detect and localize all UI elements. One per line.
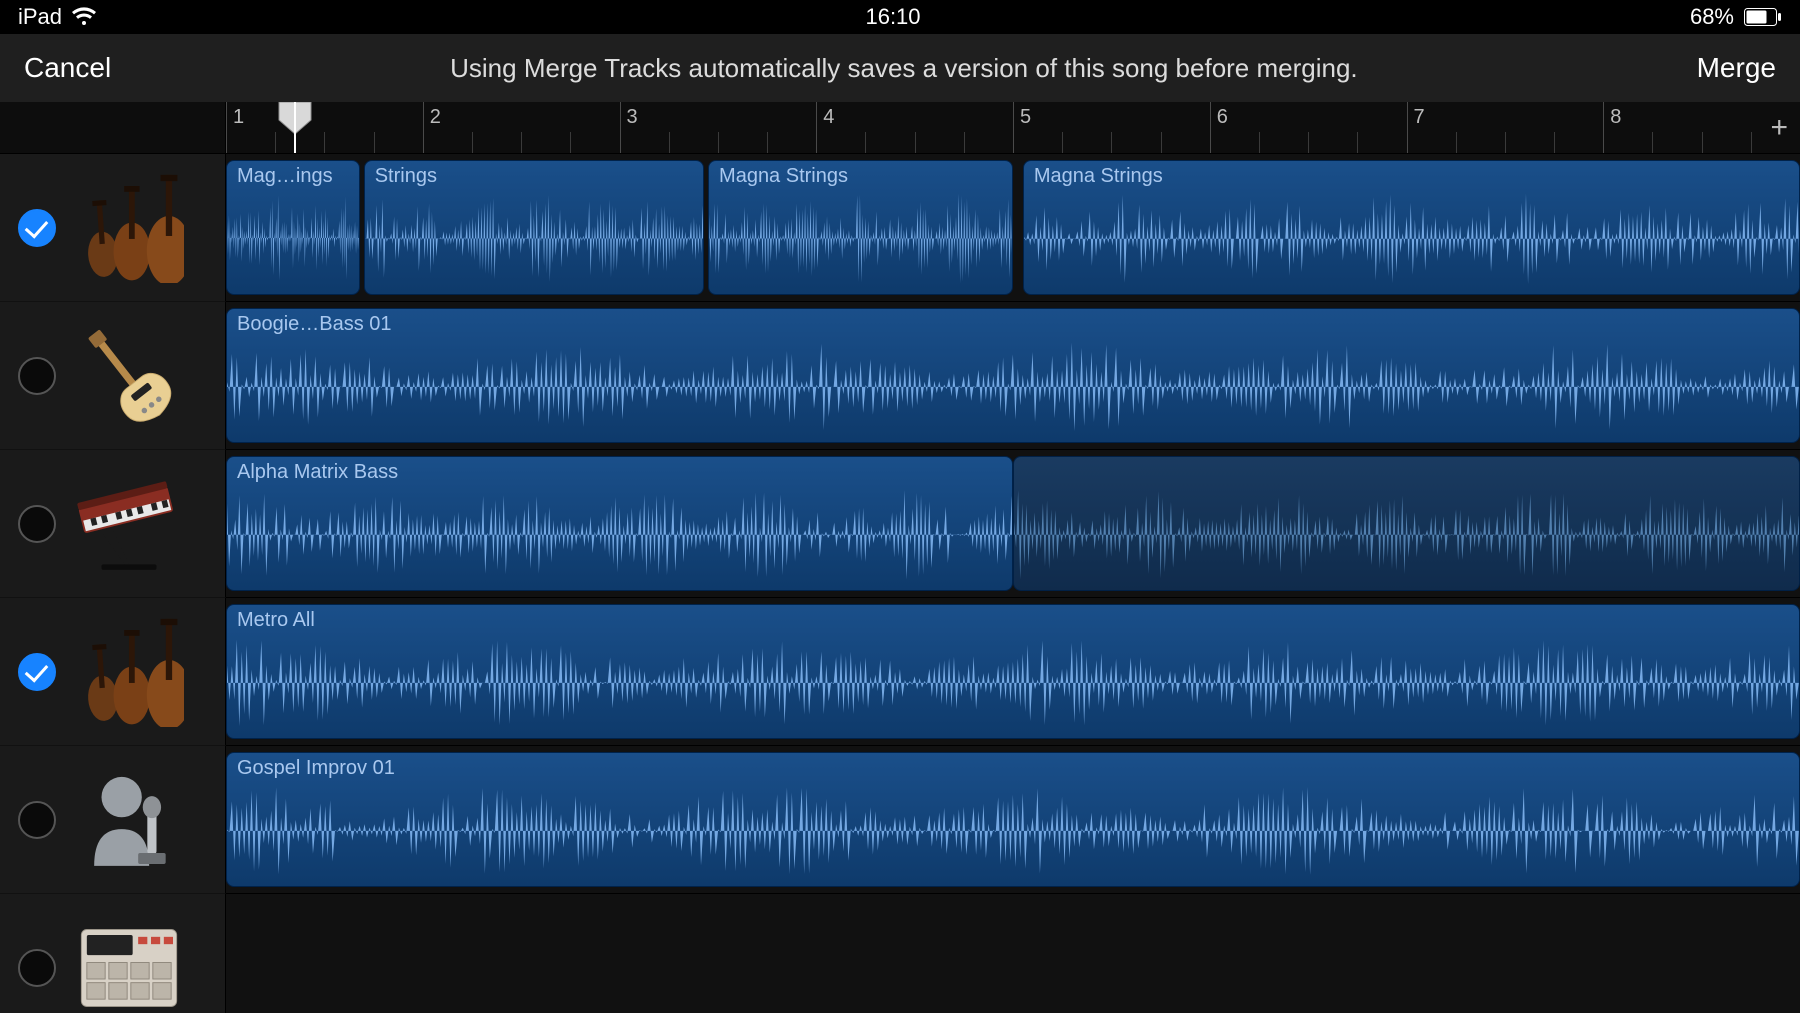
ruler-subtick bbox=[1652, 132, 1653, 153]
ruler-subtick bbox=[324, 132, 325, 153]
add-bar-button[interactable]: + bbox=[1770, 111, 1788, 145]
ruler-subtick bbox=[865, 132, 866, 153]
battery-pct: 68% bbox=[1690, 4, 1734, 30]
status-right: 68% bbox=[1690, 4, 1782, 30]
ruler-bar: 5 bbox=[1013, 102, 1014, 153]
guitar-icon bbox=[74, 321, 184, 431]
battery-icon bbox=[1744, 8, 1782, 26]
ruler-bar: 1 bbox=[226, 102, 227, 153]
cancel-button[interactable]: Cancel bbox=[24, 52, 111, 84]
track-row: Boogie…Bass 01 bbox=[0, 302, 1800, 450]
ruler-subtick bbox=[1702, 132, 1703, 153]
audio-region[interactable]: Magna Strings bbox=[1023, 160, 1800, 295]
track-select-checkbox[interactable] bbox=[18, 505, 56, 543]
audio-region[interactable]: Gospel Improv 01 bbox=[226, 752, 1800, 887]
ruler-subtick bbox=[1505, 132, 1506, 153]
audio-region[interactable]: Strings bbox=[364, 160, 704, 295]
ruler-bar-label: 7 bbox=[1414, 106, 1425, 129]
device-label: iPad bbox=[18, 4, 62, 30]
status-bar: iPad 16:10 68% bbox=[0, 0, 1800, 34]
audio-region[interactable]: Mag…ings bbox=[226, 160, 360, 295]
ruler-subtick bbox=[1062, 132, 1063, 153]
timeline-ruler[interactable]: + 1 2 3 4 5 6 7 8 bbox=[226, 102, 1800, 153]
track-lane[interactable]: Alpha Matrix Bass bbox=[226, 450, 1800, 598]
wifi-icon bbox=[72, 7, 96, 27]
audio-region[interactable]: Metro All bbox=[226, 604, 1800, 739]
track-row: Gospel Improv 01 bbox=[0, 746, 1800, 894]
ruler-bar: 3 bbox=[620, 102, 621, 153]
ruler-subtick bbox=[1308, 132, 1309, 153]
ruler-bar-label: 6 bbox=[1217, 106, 1228, 129]
ruler-subtick bbox=[1259, 132, 1260, 153]
audio-region[interactable] bbox=[1013, 456, 1800, 591]
track-header[interactable] bbox=[0, 894, 226, 1013]
ruler-subtick bbox=[275, 132, 276, 153]
ruler-header bbox=[0, 102, 226, 153]
track-select-checkbox[interactable] bbox=[18, 357, 56, 395]
ruler-bar: 8 bbox=[1603, 102, 1604, 153]
ruler-subtick bbox=[964, 132, 965, 153]
merge-toolbar: Cancel Using Merge Tracks automatically … bbox=[0, 34, 1800, 102]
ruler-subtick bbox=[718, 132, 719, 153]
track-row: Metro All bbox=[0, 598, 1800, 746]
track-select-checkbox[interactable] bbox=[18, 801, 56, 839]
track-header[interactable] bbox=[0, 598, 226, 746]
track-select-checkbox[interactable] bbox=[18, 653, 56, 691]
ruler-bar-label: 3 bbox=[627, 106, 638, 129]
ruler-subtick bbox=[374, 132, 375, 153]
keyboard-icon bbox=[74, 469, 184, 579]
ruler-bar: 2 bbox=[423, 102, 424, 153]
ruler-subtick bbox=[1111, 132, 1112, 153]
track-header[interactable] bbox=[0, 450, 226, 598]
vocal-icon bbox=[74, 765, 184, 875]
track-row bbox=[0, 894, 1800, 1013]
audio-region[interactable]: Magna Strings bbox=[708, 160, 1013, 295]
ruler-subtick bbox=[1554, 132, 1555, 153]
ruler-bar: 7 bbox=[1407, 102, 1408, 153]
track-lane[interactable]: Mag…ingsStringsMagna StringsMagna String… bbox=[226, 154, 1800, 302]
ruler-subtick bbox=[472, 132, 473, 153]
merge-button[interactable]: Merge bbox=[1697, 52, 1776, 84]
ruler-bar-label: 4 bbox=[823, 106, 834, 129]
strings-icon bbox=[74, 173, 184, 283]
ruler-subtick bbox=[570, 132, 571, 153]
drummachine-icon bbox=[74, 913, 184, 1013]
track-lane[interactable]: Metro All bbox=[226, 598, 1800, 746]
clock: 16:10 bbox=[865, 4, 920, 30]
audio-region[interactable]: Boogie…Bass 01 bbox=[226, 308, 1800, 443]
ruler-subtick bbox=[767, 132, 768, 153]
ruler-bar-label: 2 bbox=[430, 106, 441, 129]
track-lane[interactable] bbox=[226, 894, 1800, 1013]
ruler-subtick bbox=[669, 132, 670, 153]
track-header[interactable] bbox=[0, 746, 226, 894]
ruler-bar-label: 8 bbox=[1610, 106, 1621, 129]
ruler-subtick bbox=[1751, 132, 1752, 153]
tracks-scroll[interactable]: Mag…ingsStringsMagna StringsMagna String… bbox=[0, 154, 1800, 1013]
track-select-checkbox[interactable] bbox=[18, 949, 56, 987]
ruler-subtick bbox=[915, 132, 916, 153]
ruler-bar-label: 5 bbox=[1020, 106, 1031, 129]
ruler-subtick bbox=[1456, 132, 1457, 153]
strings-icon bbox=[74, 617, 184, 727]
tracks-container: Mag…ingsStringsMagna StringsMagna String… bbox=[0, 154, 1800, 1013]
track-lane[interactable]: Gospel Improv 01 bbox=[226, 746, 1800, 894]
ruler-subtick bbox=[1161, 132, 1162, 153]
track-row: Alpha Matrix Bass bbox=[0, 450, 1800, 598]
ruler-bar: 4 bbox=[816, 102, 817, 153]
ruler-bar-label: 1 bbox=[233, 106, 244, 129]
track-select-checkbox[interactable] bbox=[18, 209, 56, 247]
track-header[interactable] bbox=[0, 154, 226, 302]
merge-info-text: Using Merge Tracks automatically saves a… bbox=[450, 53, 1358, 84]
audio-region[interactable]: Alpha Matrix Bass bbox=[226, 456, 1013, 591]
track-row: Mag…ingsStringsMagna StringsMagna String… bbox=[0, 154, 1800, 302]
track-lane[interactable]: Boogie…Bass 01 bbox=[226, 302, 1800, 450]
ruler-bar: 6 bbox=[1210, 102, 1211, 153]
ruler-subtick bbox=[1357, 132, 1358, 153]
workspace: + 12345678 Mag…ingsStringsMagna StringsM… bbox=[0, 102, 1800, 1013]
ruler-row: + 1 2 3 4 5 6 7 8 bbox=[0, 102, 1800, 154]
track-header[interactable] bbox=[0, 302, 226, 450]
status-left: iPad bbox=[18, 4, 96, 30]
ruler-subtick bbox=[521, 132, 522, 153]
